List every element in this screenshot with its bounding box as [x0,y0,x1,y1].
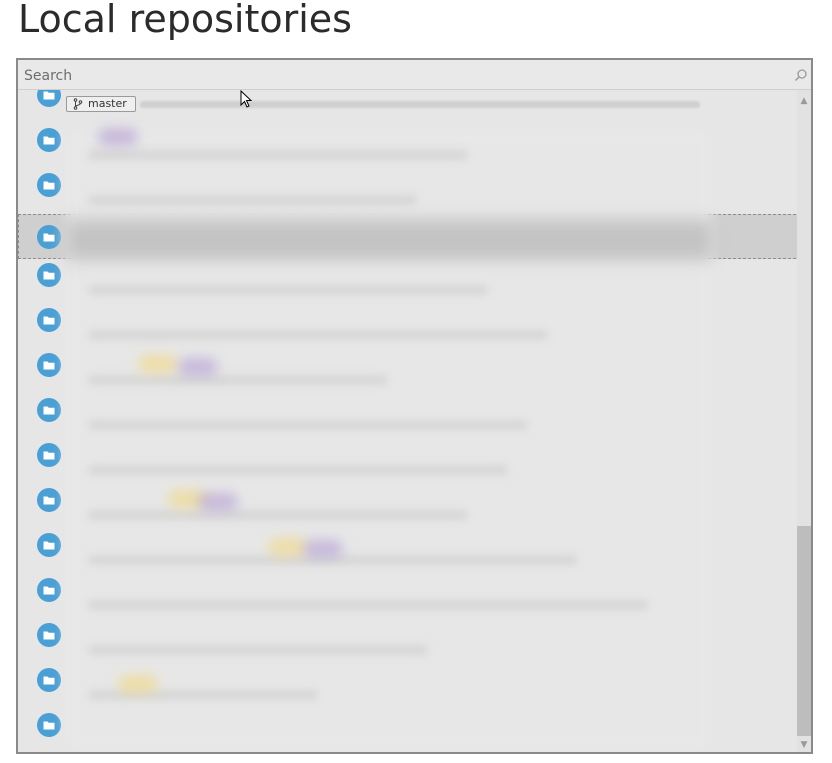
redacted-avatar [98,128,138,146]
folder-icon [37,443,61,467]
redacted-selected-content [66,220,712,260]
redacted-text [88,150,468,160]
repository-row[interactable]: master [18,90,797,117]
branch-icon [73,98,83,110]
scroll-down-arrow-icon[interactable]: ▼ [799,740,809,750]
repository-panel: master [16,58,813,754]
folder-icon [37,308,61,332]
search-input[interactable] [22,63,796,89]
redacted-avatar [268,538,308,556]
folder-icon [37,533,61,557]
redacted-avatar [303,540,343,558]
page-title: Local repositories [18,0,352,41]
folder-icon [37,173,61,197]
folder-icon [37,623,61,647]
folder-icon [37,225,61,249]
folder-icon [37,578,61,602]
search-icon[interactable] [794,68,808,82]
folder-icon [37,488,61,512]
redacted-avatar [138,355,178,373]
redacted-text [88,375,388,385]
folder-icon [37,668,61,692]
branch-name: master [88,97,127,110]
folder-icon [37,398,61,422]
folder-icon [37,353,61,377]
mouse-cursor-icon [240,90,253,108]
folder-icon [37,128,61,152]
redacted-text [88,285,488,295]
redacted-text [88,600,648,610]
repository-list: master [18,90,797,752]
redacted-text [88,195,418,205]
search-box [18,60,811,90]
redacted-text [88,645,428,655]
branch-badge: master [66,96,136,112]
redacted-text [88,330,548,340]
redacted-path [140,101,700,108]
redacted-avatar [198,493,238,511]
scroll-up-arrow-icon[interactable]: ▲ [799,96,809,106]
redacted-avatar [118,675,158,693]
redacted-text [88,510,468,520]
scroll-thumb[interactable] [797,526,811,736]
folder-icon [37,713,61,737]
folder-icon [37,263,61,287]
redacted-text [88,420,528,430]
vertical-scrollbar[interactable]: ▲ ▼ [797,90,811,752]
folder-icon [37,90,61,107]
redacted-text [88,465,508,475]
redacted-avatar [178,358,218,376]
